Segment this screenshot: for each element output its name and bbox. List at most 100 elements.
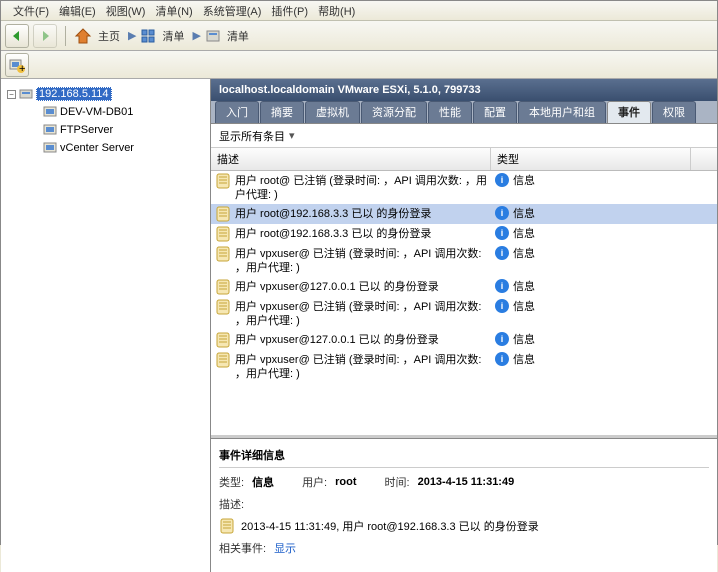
event-details: 事件详细信息 类型: 信息 用户: root 时间: 2013-4-15 11:…	[211, 438, 717, 572]
tree-node[interactable]: DEV-VM-DB01	[3, 103, 208, 121]
main-area: − 192.168.5.114 DEV-VM-DB01 FTPServer vCen…	[1, 79, 717, 572]
table-row[interactable]: 用户 vpxuser@ 已注销 (登录时间: ，API 调用次数: ，用户代理:…	[211, 350, 717, 383]
tree-node-label: vCenter Server	[60, 142, 134, 154]
info-icon: i	[495, 332, 509, 346]
filter-row[interactable]: 显示所有条目 ▾	[211, 124, 717, 148]
filter-label: 显示所有条目	[219, 128, 285, 144]
menubar: 文件(F) 编辑(E) 视图(W) 清单(N) 系统管理(A) 插件(P) 帮助(H)	[1, 1, 717, 21]
menu-item[interactable]: 清单(N)	[155, 3, 192, 19]
events-view: 显示所有条目 ▾ 描述 类型 用户 root@ 已注销 (登录时间: ，API …	[211, 123, 717, 572]
arrow-right-icon	[38, 29, 52, 43]
events-table[interactable]: 描述 类型 用户 root@ 已注销 (登录时间: ，API 调用次数: ，用户…	[211, 148, 717, 438]
info-icon: i	[495, 206, 509, 220]
menu-item[interactable]: 编辑(E)	[59, 3, 96, 19]
scroll-icon	[215, 332, 231, 348]
scroll-icon	[219, 518, 235, 534]
host-icon	[19, 87, 33, 101]
table-row[interactable]: 用户 root@ 已注销 (登录时间: ，API 调用次数: ，用户代理: )i…	[211, 171, 717, 204]
tab-配置[interactable]: 配置	[473, 101, 517, 123]
menu-item[interactable]: 系统管理(A)	[203, 3, 262, 19]
vm-icon	[43, 141, 57, 155]
tab-本地用户和组[interactable]: 本地用户和组	[518, 101, 606, 123]
table-row[interactable]: 用户 vpxuser@127.0.0.1 已以 的身份登录i信息	[211, 277, 717, 297]
menu-item[interactable]: 帮助(H)	[318, 3, 355, 19]
info-icon: i	[495, 226, 509, 240]
tree-node[interactable]: FTPServer	[3, 121, 208, 139]
host-icon[interactable]	[205, 28, 221, 44]
table-header: 描述 类型	[211, 148, 717, 171]
cell-type: i信息	[491, 171, 691, 204]
vm-icon	[43, 105, 57, 119]
toolbar-2: +	[1, 51, 717, 79]
content-panel: localhost.localdomain VMware ESXi, 5.1.0…	[211, 79, 717, 572]
tab-bar: 入门摘要虚拟机资源分配性能配置本地用户和组事件权限	[211, 101, 717, 123]
scroll-icon	[215, 173, 231, 189]
tab-资源分配[interactable]: 资源分配	[361, 101, 427, 123]
tab-虚拟机[interactable]: 虚拟机	[305, 101, 360, 123]
scroll-icon	[215, 299, 231, 315]
tab-入门[interactable]: 入门	[215, 101, 259, 123]
tab-摘要[interactable]: 摘要	[260, 101, 304, 123]
nav-forward-button[interactable]	[33, 24, 57, 48]
col-type[interactable]: 类型	[491, 148, 691, 170]
table-row[interactable]: 用户 vpxuser@ 已注销 (登录时间: ，API 调用次数: ，用户代理:…	[211, 244, 717, 277]
tree-node[interactable]: vCenter Server	[3, 139, 208, 157]
cell-desc: 用户 root@ 已注销 (登录时间: ，API 调用次数: ，用户代理: )	[211, 171, 491, 204]
inventory-label-2[interactable]: 清单	[227, 28, 249, 44]
breadcrumb-sep: ▶	[128, 29, 136, 42]
collapse-icon[interactable]: −	[7, 90, 16, 99]
inventory-label-1[interactable]: 清单	[162, 28, 184, 44]
menu-item[interactable]: 文件(F)	[13, 3, 49, 19]
cell-desc: 用户 vpxuser@ 已注销 (登录时间: ，API 调用次数: ，用户代理:…	[211, 244, 491, 277]
cell-desc: 用户 vpxuser@ 已注销 (登录时间: ，API 调用次数: ，用户代理:…	[211, 297, 491, 330]
show-link[interactable]: 显示	[274, 540, 296, 556]
sidebar-tree[interactable]: − 192.168.5.114 DEV-VM-DB01 FTPServer vCen…	[1, 79, 211, 572]
scroll-icon	[215, 352, 231, 368]
menu-item[interactable]: 插件(P)	[271, 3, 308, 19]
inventory-icon[interactable]	[140, 28, 156, 44]
chevron-down-icon[interactable]: ▾	[289, 129, 295, 142]
detail-type-value: 信息	[252, 474, 274, 490]
tab-权限[interactable]: 权限	[652, 101, 696, 123]
detail-user-label: 用户:	[302, 474, 327, 490]
home-label[interactable]: 主页	[98, 28, 120, 44]
table-row[interactable]: 用户 root@192.168.3.3 已以 的身份登录i信息	[211, 224, 717, 244]
info-icon: i	[495, 173, 509, 187]
cell-type: i信息	[491, 330, 691, 350]
col-desc[interactable]: 描述	[211, 148, 491, 170]
home-icon[interactable]	[74, 27, 92, 45]
cell-type: i信息	[491, 297, 691, 330]
detail-time-label: 时间:	[385, 474, 410, 490]
tab-事件[interactable]: 事件	[607, 101, 651, 123]
table-row[interactable]: 用户 vpxuser@127.0.0.1 已以 的身份登录i信息	[211, 330, 717, 350]
svg-text:+: +	[19, 63, 25, 73]
cell-type: i信息	[491, 204, 691, 224]
tree-root[interactable]: − 192.168.5.114	[3, 85, 208, 103]
detail-time-value: 2013-4-15 11:31:49	[418, 476, 515, 488]
nav-back-button[interactable]	[5, 24, 29, 48]
cell-type: i信息	[491, 277, 691, 297]
details-title: 事件详细信息	[219, 445, 709, 468]
scroll-icon	[215, 279, 231, 295]
cell-desc: 用户 root@192.168.3.3 已以 的身份登录	[211, 224, 491, 244]
table-row[interactable]: 用户 root@192.168.3.3 已以 的身份登录i信息	[211, 204, 717, 224]
vm-icon	[43, 123, 57, 137]
table-row[interactable]: 用户 vpxuser@ 已注销 (登录时间: ，API 调用次数: ，用户代理:…	[211, 297, 717, 330]
tree-node-label: DEV-VM-DB01	[60, 106, 133, 118]
vm-add-icon: +	[9, 57, 25, 73]
cell-desc: 用户 root@192.168.3.3 已以 的身份登录	[211, 204, 491, 224]
tab-性能[interactable]: 性能	[428, 101, 472, 123]
cell-desc: 用户 vpxuser@127.0.0.1 已以 的身份登录	[211, 330, 491, 350]
info-icon: i	[495, 279, 509, 293]
cell-type: i信息	[491, 350, 691, 383]
menu-item[interactable]: 视图(W)	[106, 3, 146, 19]
info-icon: i	[495, 246, 509, 260]
info-icon: i	[495, 352, 509, 366]
scroll-icon	[215, 206, 231, 222]
detail-type-label: 类型:	[219, 474, 244, 490]
breadcrumb-sep-2: ▶	[192, 29, 200, 42]
tree-root-label[interactable]: 192.168.5.114	[36, 87, 112, 101]
scroll-icon	[215, 246, 231, 262]
tree-node-label: FTPServer	[60, 124, 113, 136]
new-vm-button[interactable]: +	[5, 53, 29, 77]
